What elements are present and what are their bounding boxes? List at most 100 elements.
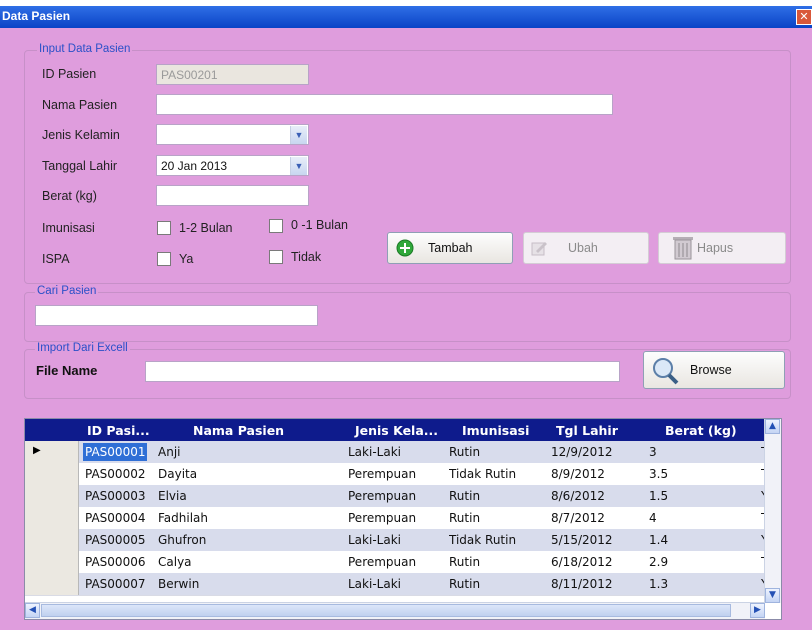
row-header[interactable] [25,507,79,529]
ispa-ya-checkbox[interactable] [157,252,171,266]
table-row[interactable]: PAS00002 Dayita Perempuan Tidak Rutin 8/9/20… [25,463,779,486]
chevron-down-icon[interactable]: ▼ [290,157,307,175]
cell-jenis-kelamin[interactable]: Perempuan [348,511,416,525]
tanggal-lahir-picker[interactable]: 20 Jan 2013 ▼ [156,155,309,176]
column-header-id[interactable]: ID Pasi... [87,423,150,438]
cell-tgl-lahir[interactable]: 12/9/2012 [551,445,613,459]
cell-imunisasi[interactable]: Rutin [449,445,480,459]
cell-berat[interactable]: 3 [649,445,657,459]
tambah-label: Tambah [428,241,473,255]
horizontal-scroll-thumb[interactable] [41,604,731,617]
trash-icon [673,237,693,260]
column-header-tgl-lahir[interactable]: Tgl Lahir [556,423,618,438]
cell-jenis-kelamin[interactable]: Perempuan [348,467,416,481]
cell-id[interactable]: PAS00006 [85,555,145,569]
cell-berat[interactable]: 1.4 [649,533,668,547]
table-row[interactable]: PAS00006CalyaPerempuanRutin6/18/20122.9T… [25,551,779,574]
table-row[interactable]: PAS00005 Ghufron Laki-Laki Tidak Rutin 5/15/… [25,529,774,552]
cell-id[interactable]: PAS00001 [83,443,148,461]
cari-pasien-input[interactable] [35,305,318,326]
scroll-down-icon[interactable]: ▼ [765,588,780,603]
cell-id[interactable]: PAS00002 [85,467,145,481]
cell-imunisasi[interactable]: Rutin [449,577,480,591]
cell-berat[interactable]: 3.5 [649,467,668,481]
horizontal-scrollbar[interactable]: ◀ ▶ [25,602,765,619]
cell-berat[interactable]: 1.3 [649,577,668,591]
cell-nama[interactable]: Ghufron [158,533,206,547]
cell-tgl-lahir[interactable]: 6/18/2012 [551,555,613,569]
row-header[interactable]: ▶ [25,441,79,463]
column-header-jenis-kelamin[interactable]: Jenis Kela... [355,423,438,438]
table-row[interactable]: ▶PAS00001AnjiLaki-LakiRutin12/9/20123Tid [25,441,779,464]
cell-tgl-lahir[interactable]: 8/6/2012 [551,489,605,503]
cell-jenis-kelamin[interactable]: Perempuan [348,555,416,569]
cell-jenis-kelamin[interactable]: Laki-Laki [348,445,401,459]
tanggal-lahir-label: Tanggal Lahir [42,159,118,173]
jenis-kelamin-combo[interactable]: ▼ [156,124,309,145]
title-bar: Data Pasien ✕ [0,6,812,28]
ispa-ya-label: Ya [179,252,194,266]
ubah-button[interactable]: Ubah [523,232,649,264]
row-header[interactable] [25,529,79,551]
column-header-nama[interactable]: Nama Pasien [193,423,284,438]
vertical-scrollbar[interactable]: ▲ ▼ [764,419,781,603]
cell-tgl-lahir[interactable]: 8/7/2012 [551,511,605,525]
patient-grid[interactable]: ID Pasi... Nama Pasien Jenis Kela... Imu… [24,418,782,620]
table-row[interactable]: PAS00007 Berwin Laki-Laki Rutin 8/11/2012 1.3… [25,573,774,596]
file-name-field[interactable] [145,361,620,382]
cell-id[interactable]: PAS00003 [85,489,145,503]
hapus-button[interactable]: Hapus [658,232,786,264]
cell-imunisasi[interactable]: Tidak Rutin [449,467,516,481]
berat-field[interactable] [156,185,309,206]
plus-icon [396,239,414,257]
cell-berat[interactable]: 4 [649,511,657,525]
cell-id[interactable]: PAS00007 [85,577,145,591]
cell-berat[interactable]: 1.5 [649,489,668,503]
cell-nama[interactable]: Elvia [158,489,187,503]
cell-imunisasi[interactable]: Rutin [449,489,480,503]
cell-jenis-kelamin[interactable]: Perempuan [348,489,416,503]
cell-nama[interactable]: Berwin [158,577,199,591]
cell-imunisasi[interactable]: Rutin [449,555,480,569]
cell-imunisasi[interactable]: Tidak Rutin [449,533,516,547]
row-header[interactable] [25,573,79,595]
cell-jenis-kelamin[interactable]: Laki-Laki [348,577,401,591]
chevron-down-icon[interactable]: ▼ [290,126,307,144]
tanggal-lahir-value: 20 Jan 2013 [161,159,228,173]
ispa-tidak-checkbox[interactable] [269,250,283,264]
browse-button[interactable]: Browse [643,351,785,389]
cell-imunisasi[interactable]: Rutin [449,511,480,525]
cell-id[interactable]: PAS00004 [85,511,145,525]
cell-nama[interactable]: Fadhilah [158,511,208,525]
cell-nama[interactable]: Calya [158,555,192,569]
column-header-berat[interactable]: Berat (kg) [665,423,737,438]
cell-tgl-lahir[interactable]: 8/11/2012 [551,577,613,591]
nama-pasien-field[interactable] [156,94,613,115]
row-header[interactable] [25,551,79,573]
id-pasien-field[interactable]: PAS00201 [156,64,309,85]
cell-jenis-kelamin[interactable]: Laki-Laki [348,533,401,547]
hapus-label: Hapus [697,241,734,255]
table-row[interactable]: PAS00003ElviaPerempuanRutin8/6/20121.5Ya [25,485,774,508]
cell-nama[interactable]: Dayita [158,467,197,481]
cell-tgl-lahir[interactable]: 5/15/2012 [551,533,613,547]
tambah-button[interactable]: Tambah [387,232,513,264]
row-header[interactable] [25,485,79,507]
browse-label: Browse [690,363,732,377]
cell-berat[interactable]: 2.9 [649,555,668,569]
imunisasi-0-1-bulan-checkbox[interactable] [269,219,283,233]
edit-icon [531,242,547,256]
imunisasi-1-2-bulan-label: 1-2 Bulan [179,221,233,235]
scroll-right-icon[interactable]: ▶ [750,603,765,618]
cell-nama[interactable]: Anji [158,445,180,459]
scroll-up-icon[interactable]: ▲ [765,419,780,434]
column-header-imunisasi[interactable]: Imunisasi [462,423,529,438]
imunisasi-1-2-bulan-checkbox[interactable] [157,221,171,235]
row-header[interactable] [25,463,79,485]
grid-header: ID Pasi... Nama Pasien Jenis Kela... Imu… [25,419,765,441]
table-row[interactable]: PAS00004FadhilahPerempuanRutin8/7/20124T… [25,507,779,530]
close-icon[interactable]: ✕ [796,9,812,25]
cell-id[interactable]: PAS00005 [85,533,145,547]
scroll-left-icon[interactable]: ◀ [25,603,40,618]
cell-tgl-lahir[interactable]: 8/9/2012 [551,467,605,481]
